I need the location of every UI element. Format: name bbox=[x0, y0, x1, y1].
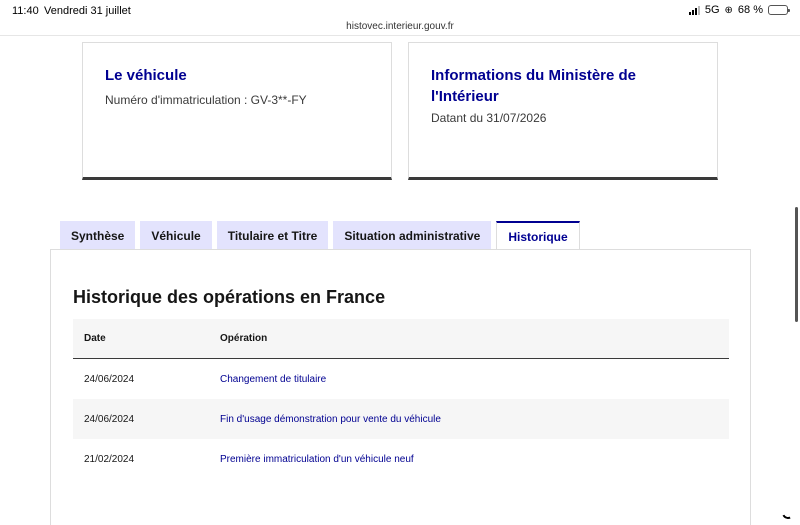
table-row: 24/06/2024 Changement de titulaire bbox=[73, 359, 729, 399]
header-date: Date bbox=[84, 333, 106, 344]
table-row: 21/02/2024 Première immatriculation d'un… bbox=[73, 439, 729, 479]
row-date: 21/02/2024 bbox=[84, 453, 135, 465]
tab-historique[interactable]: Historique bbox=[496, 221, 580, 251]
status-date: Vendredi 31 juillet bbox=[44, 5, 131, 17]
table-row: 24/06/2024 Fin d'usage démonstration pou… bbox=[73, 399, 729, 439]
history-table: Date Opération 24/06/2024 Changement de … bbox=[73, 319, 729, 479]
ministry-card-title: Informations du Ministère de l'Intérieur bbox=[431, 67, 637, 105]
history-title: Historique des opérations en France bbox=[73, 287, 386, 307]
table-header: Date Opération bbox=[73, 319, 729, 359]
tab-vehicule[interactable]: Véhicule bbox=[140, 221, 212, 250]
row-operation: Première immatriculation d'un véhicule n… bbox=[220, 453, 414, 465]
battery-icon bbox=[768, 5, 790, 15]
tab-synthese[interactable]: Synthèse bbox=[60, 221, 136, 250]
orientation-lock-icon: ⊕ bbox=[724, 4, 733, 16]
signal-icon bbox=[688, 5, 700, 15]
status-time: 11:40 bbox=[12, 5, 39, 17]
tab-situation-administrative[interactable]: Situation administrative bbox=[333, 221, 492, 250]
registration-number: Numéro d'immatriculation : GV-3**-FY bbox=[105, 93, 307, 107]
row-date: 24/06/2024 bbox=[84, 373, 135, 385]
tab-list: Synthèse Véhicule Titulaire et Titre Sit… bbox=[60, 221, 580, 251]
row-date: 24/06/2024 bbox=[84, 413, 135, 425]
status-bar: 11:40 Vendredi 31 juillet histovec.inter… bbox=[0, 0, 800, 36]
battery-percent: 68 % bbox=[737, 4, 763, 16]
loading-spinner-icon bbox=[780, 505, 796, 521]
history-panel: Historique des opérations en France Date… bbox=[50, 249, 751, 525]
vehicle-card: Le véhicule Numéro d'immatriculation : G… bbox=[82, 42, 392, 180]
ministry-date: Datant du 31/07/2026 bbox=[431, 111, 547, 125]
ministry-card: Informations du Ministère de l'Intérieur… bbox=[408, 42, 718, 180]
network-label: 5G bbox=[704, 4, 720, 16]
tab-titulaire-et-titre[interactable]: Titulaire et Titre bbox=[216, 221, 329, 250]
vehicle-card-title: Le véhicule bbox=[105, 67, 187, 84]
row-operation: Changement de titulaire bbox=[220, 373, 327, 385]
row-operation: Fin d'usage démonstration pour vente du … bbox=[220, 413, 441, 425]
status-indicators: 5G ⊕ 68 % bbox=[688, 4, 790, 16]
header-operation: Opération bbox=[220, 333, 268, 344]
address-bar-url[interactable]: histovec.interieur.gouv.fr bbox=[0, 21, 800, 32]
page-scrollbar[interactable] bbox=[795, 207, 798, 322]
